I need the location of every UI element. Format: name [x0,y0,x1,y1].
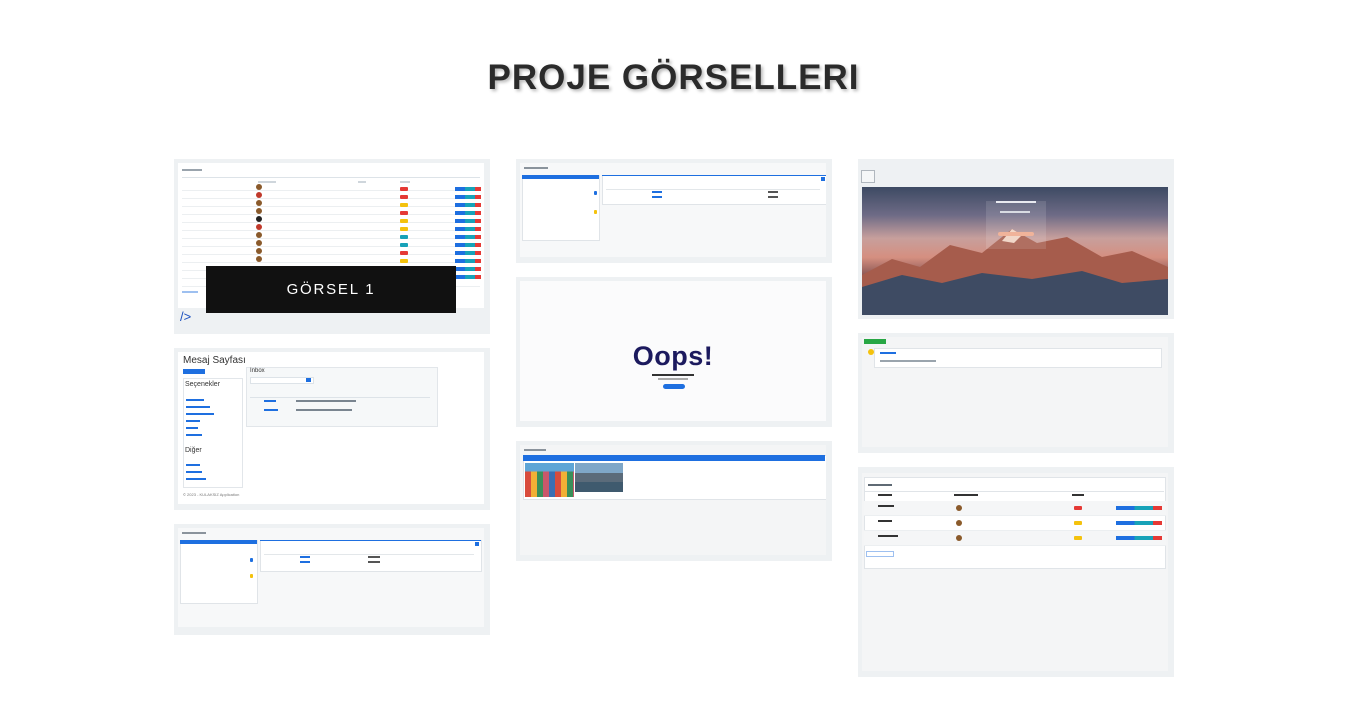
gallery-card-project-table[interactable] [858,467,1174,677]
gallery-card-1[interactable]: GÖRSEL 1 /> [174,159,490,334]
gallery-overlay-label[interactable]: GÖRSEL 1 [206,266,456,313]
screenshot-project-list-2 [520,163,826,257]
screenshot-image-gallery [520,445,826,555]
gallery-card-login[interactable] [858,159,1174,319]
oops-home-button[interactable] [663,384,685,389]
gallery-card-oops[interactable]: Oops! [516,277,832,427]
other-heading: Diğer [185,447,202,454]
gallery-card-project-list[interactable] [516,159,832,263]
gallery-card-project-list-small[interactable] [174,524,490,635]
broken-image-icon [861,170,875,183]
broken-markup-text: /> [180,309,192,324]
inbox-title: Inbox [250,368,265,374]
gallery-card-images[interactable] [516,441,832,561]
screenshot-message-page: Mesaj Sayfası Seçenekler Diğer Inbox © 2… [178,352,484,504]
screenshot-project-list [178,528,484,627]
message-page-title: Mesaj Sayfası [183,355,246,366]
screenshot-oops-page: Oops! [520,281,826,421]
mountain-lake-image[interactable] [575,463,623,492]
oops-headline: Oops! [632,341,714,371]
screenshot-notification [862,337,1168,447]
gallery-card-notification[interactable] [858,333,1174,453]
message-footer: © 2023 - KULAKSIZ Application [183,492,240,497]
colorful-houses-image[interactable] [525,463,574,497]
options-heading: Seçenekler [185,381,221,388]
screenshot-login-page [862,187,1168,315]
page-title: PROJE GÖRSELLERI [487,58,860,97]
gallery-card-message-page[interactable]: Mesaj Sayfası Seçenekler Diğer Inbox © 2… [174,348,490,510]
screenshot-project-table-2 [862,473,1168,671]
